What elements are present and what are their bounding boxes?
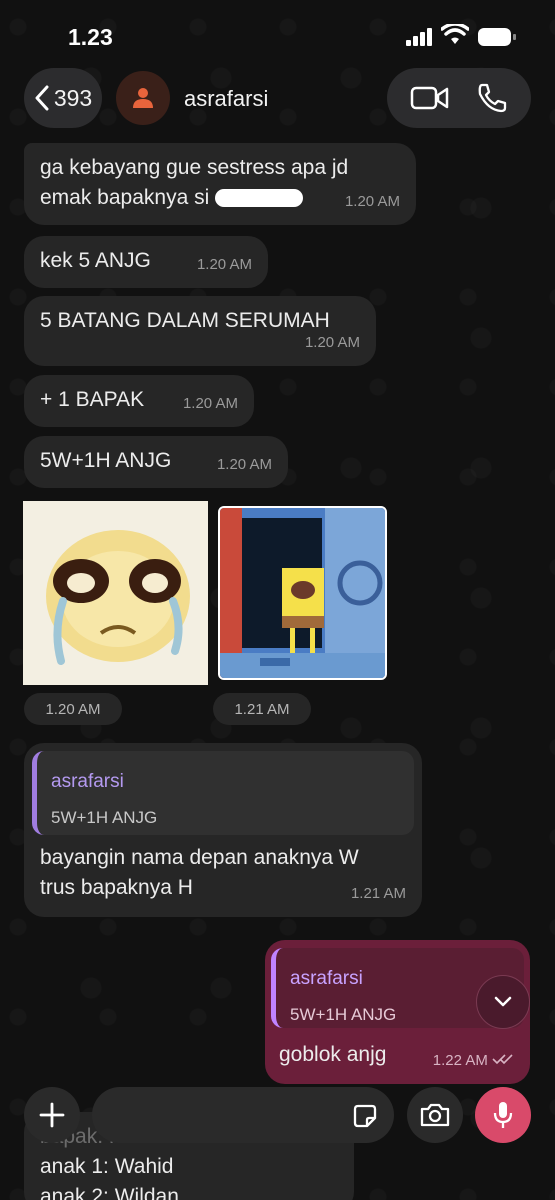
- message-time: 1.20 AM: [216, 456, 272, 473]
- redaction-mark: [215, 189, 304, 208]
- message-bubble[interactable]: 5W+1H ANJG 1.20 AM: [24, 436, 288, 488]
- message-text: 5W+1H ANJG: [40, 449, 172, 472]
- message-text: + 1 BAPAK: [40, 388, 145, 411]
- voice-record-button[interactable]: [475, 1087, 531, 1143]
- video-call-icon[interactable]: [410, 85, 450, 111]
- message-bubble[interactable]: ga kebayang gue sestress apa jd emak bap…: [24, 143, 416, 225]
- camera-button[interactable]: [407, 1087, 463, 1143]
- message-text-line: emak bapaknya si: [40, 186, 210, 209]
- back-button[interactable]: 393: [24, 68, 102, 128]
- unread-count: 393: [53, 84, 93, 111]
- contact-name[interactable]: asrafarsi: [184, 86, 268, 112]
- camera-icon: [420, 1103, 450, 1127]
- read-receipt-icon: [492, 1054, 513, 1065]
- wifi-icon: [441, 24, 469, 44]
- spongebob-crying-sticker-icon: [220, 508, 385, 678]
- message-text: kek 5 ANJG: [40, 249, 151, 272]
- crying-face-sticker-icon: [46, 530, 190, 665]
- person-icon: [133, 88, 153, 108]
- status-time: 1.23: [68, 24, 113, 50]
- avatar[interactable]: [116, 71, 170, 125]
- battery-icon: [478, 28, 516, 46]
- plus-icon: [39, 1102, 65, 1128]
- sticker-time: 1.21 AM: [213, 693, 311, 725]
- message-time: 1.21 AM: [350, 885, 406, 902]
- message-text: 5 BATANG DALAM SERUMAH: [40, 309, 330, 332]
- message-time: 1.20 AM: [304, 334, 360, 351]
- call-actions: [387, 68, 531, 128]
- chevron-left-icon: [35, 85, 49, 111]
- microphone-icon: [493, 1102, 513, 1128]
- quoted-message[interactable]: asrafarsi 5W+1H ANJG: [32, 751, 414, 835]
- message-bubble[interactable]: + 1 BAPAK 1.20 AM: [24, 375, 254, 427]
- quoted-author: asrafarsi: [290, 968, 363, 989]
- sticker-image[interactable]: [23, 501, 208, 685]
- reply-message-bubble[interactable]: asrafarsi 5W+1H ANJG bayangin nama depan…: [24, 743, 422, 917]
- message-text: bayangin nama depan anaknya W: [40, 846, 359, 869]
- message-text: anak 2: Wildan: [40, 1185, 179, 1200]
- message-bubble[interactable]: kek 5 ANJG 1.20 AM: [24, 236, 268, 288]
- chevron-down-icon: [494, 996, 512, 1007]
- sticker-time-text: 1.20 AM: [45, 700, 101, 718]
- message-input[interactable]: [92, 1087, 394, 1143]
- scroll-down-button[interactable]: [476, 975, 530, 1029]
- message-time: 1.20 AM: [344, 193, 400, 210]
- status-bar: 1.23: [0, 0, 555, 70]
- message-text: anak 1: Wahid: [40, 1155, 174, 1178]
- attach-button[interactable]: [24, 1087, 80, 1143]
- message-time: 1.20 AM: [196, 256, 252, 273]
- message-text: trus bapaknya H: [40, 876, 193, 899]
- message-time: 1.20 AM: [182, 395, 238, 412]
- sticker-time-text: 1.21 AM: [234, 700, 290, 718]
- sticker-image[interactable]: [218, 506, 387, 680]
- message-time-text: 1.22 AM: [432, 1052, 488, 1069]
- message-text: goblok anjg: [279, 1043, 387, 1066]
- message-time: 1.22 AM: [433, 1046, 514, 1076]
- signal-icon: [406, 28, 432, 46]
- quoted-author: asrafarsi: [51, 771, 124, 792]
- quoted-text: 5W+1H ANJG: [51, 808, 158, 827]
- message-text: ga kebayang gue sestress apa jd: [40, 156, 349, 179]
- message-bubble[interactable]: 5 BATANG DALAM SERUMAH 1.20 AM: [24, 296, 376, 366]
- phone-call-icon[interactable]: [476, 82, 508, 114]
- sticker-time: 1.20 AM: [24, 693, 122, 725]
- sticker-icon[interactable]: [352, 1103, 378, 1129]
